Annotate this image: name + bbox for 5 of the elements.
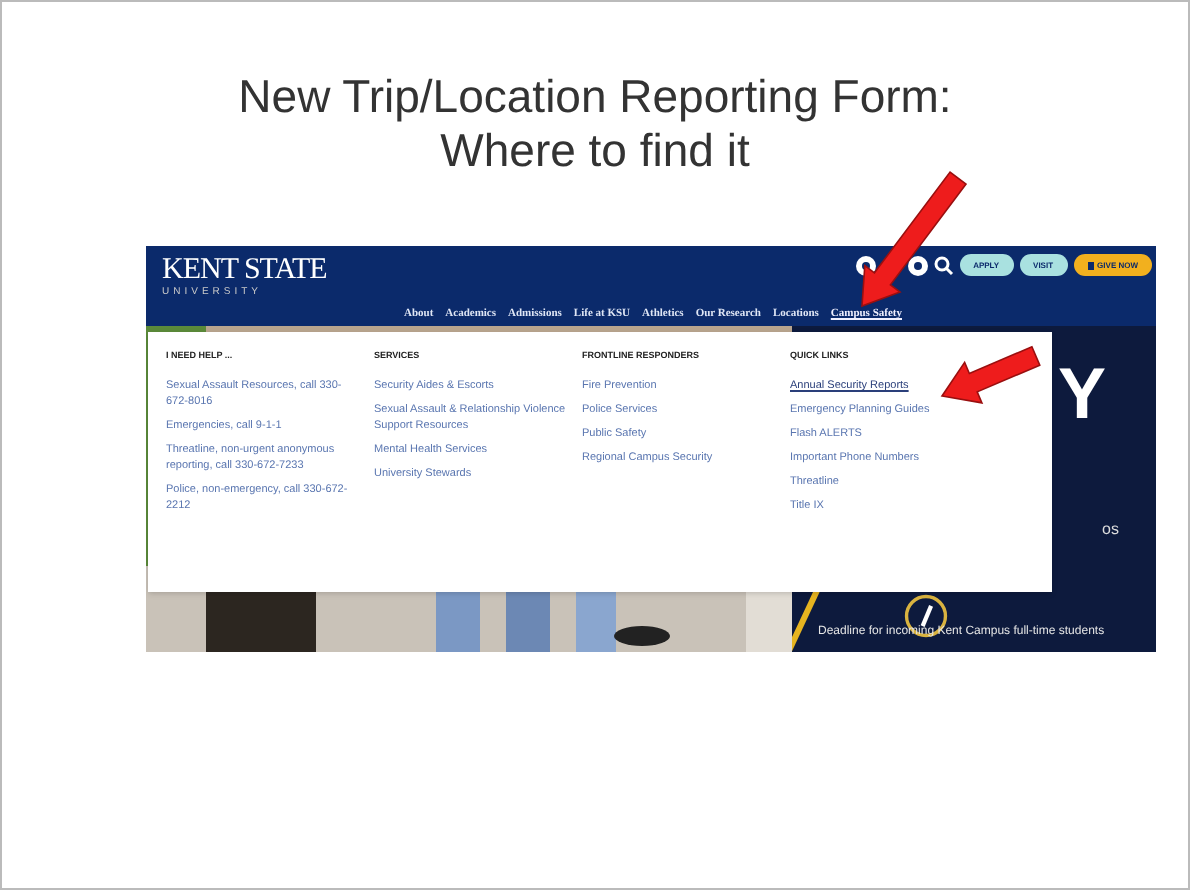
logo-wordmark[interactable]: KENT STATE [162, 254, 327, 286]
hero-text: os [1102, 520, 1119, 538]
hero-headline: Y [1058, 352, 1107, 434]
slide-title: New Trip/Location Reporting Form: [238, 70, 952, 124]
slide-title: Where to find it [440, 124, 750, 178]
